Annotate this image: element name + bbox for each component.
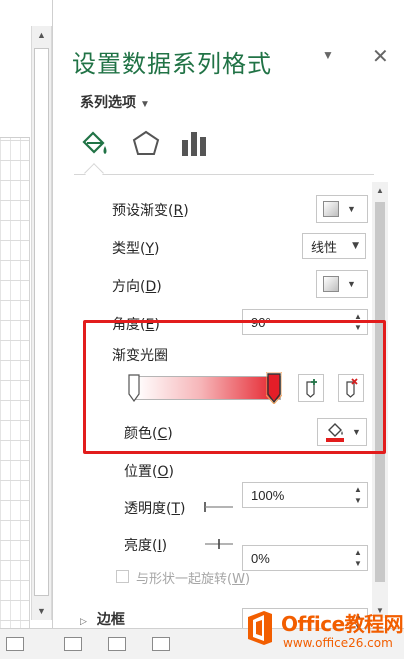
- spin-down-icon[interactable]: ▼: [353, 496, 363, 505]
- watermark-brand: Office教程网: [281, 612, 404, 636]
- add-gradient-stop-button[interactable]: [298, 374, 324, 402]
- spin-down-icon[interactable]: ▼: [353, 559, 363, 568]
- chevron-down-icon: ▼: [352, 427, 361, 437]
- scroll-up-icon[interactable]: ▲: [372, 182, 388, 198]
- rotate-with-shape-label: 与形状一起旋转(W): [136, 572, 251, 587]
- rotate-with-shape-checkbox[interactable]: [116, 570, 129, 583]
- sheet-nav-icon[interactable]: [6, 637, 24, 651]
- preset-gradient-button[interactable]: ▼: [316, 195, 368, 223]
- type-select[interactable]: 线性 ▼: [302, 233, 366, 259]
- series-options-label: 系列选项: [80, 94, 136, 110]
- effects-pentagon-icon[interactable]: [130, 128, 162, 160]
- chevron-down-icon: ▼: [352, 241, 359, 251]
- transparency-label: 透明度(T): [124, 501, 186, 517]
- direction-label: 方向(D): [112, 279, 162, 295]
- scroll-up-icon[interactable]: ▲: [32, 26, 51, 44]
- position-value: 100%: [251, 487, 285, 503]
- brightness-label: 亮度(I): [124, 538, 168, 554]
- spin-up-icon[interactable]: ▲: [353, 485, 363, 494]
- fill-line-icon[interactable]: [78, 128, 110, 160]
- position-spinner[interactable]: 100% ▲ ▼: [242, 482, 368, 508]
- spin-up-icon[interactable]: ▲: [353, 548, 363, 557]
- worksheet-header-area: [0, 0, 30, 138]
- normal-view-icon[interactable]: [64, 637, 82, 651]
- gradient-stops-bar[interactable]: [135, 376, 281, 400]
- transparency-spinner[interactable]: 0% ▲ ▼: [242, 545, 368, 571]
- chevron-down-icon: ▼: [347, 204, 356, 214]
- paint-bucket-icon: [326, 423, 344, 442]
- direction-button[interactable]: ▼: [316, 270, 368, 298]
- brightness-slider[interactable]: [203, 536, 235, 557]
- worksheet-vertical-scrollbar[interactable]: ▲ ▼: [31, 26, 52, 620]
- office26-watermark: Office教程网 www.office26.com: [245, 606, 404, 656]
- chevron-down-icon: ▼: [140, 99, 150, 110]
- gradient-swatch-icon: [323, 201, 339, 217]
- remove-stop-icon: [346, 378, 358, 398]
- pane-title: 设置数据系列格式: [72, 50, 272, 78]
- worksheet-grid[interactable]: [0, 0, 30, 628]
- watermark-url: www.office26.com: [283, 636, 393, 650]
- scroll-down-icon[interactable]: ▼: [32, 602, 51, 620]
- series-options-bar-icon[interactable]: [178, 128, 210, 160]
- office-logo-icon: [248, 611, 272, 645]
- transparency-value: 0%: [251, 550, 270, 566]
- gradient-stops-label: 渐变光圈: [112, 348, 168, 364]
- scrollbar-thumb[interactable]: [34, 48, 49, 596]
- tab-divider: [74, 174, 374, 175]
- remove-gradient-stop-button[interactable]: [338, 374, 364, 402]
- preset-gradient-label: 预设渐变(R): [112, 203, 189, 219]
- series-options-dropdown[interactable]: 系列选项 ▼: [80, 92, 150, 112]
- pane-options-chevron-down-icon[interactable]: ▼: [322, 48, 334, 62]
- direction-swatch-icon: [323, 276, 339, 292]
- border-section-label: 边框: [96, 612, 125, 628]
- transparency-slider[interactable]: [203, 499, 235, 520]
- color-picker-button[interactable]: ▼: [317, 418, 367, 446]
- type-value: 线性: [311, 240, 338, 256]
- position-label: 位置(O): [124, 464, 174, 480]
- close-icon[interactable]: ✕: [372, 44, 389, 69]
- add-stop-icon: [306, 379, 317, 398]
- color-label: 颜色(C): [124, 426, 173, 442]
- expand-triangle-icon: ▷: [80, 617, 87, 627]
- border-section-toggle[interactable]: ▷ 边框: [80, 609, 125, 629]
- gradient-stop-handle[interactable]: [128, 374, 140, 403]
- gradient-stop-handle-selected[interactable]: [265, 371, 283, 405]
- type-label: 类型(Y): [112, 241, 160, 257]
- page-layout-icon[interactable]: [108, 637, 126, 651]
- chevron-down-icon: ▼: [347, 279, 356, 289]
- page-break-icon[interactable]: [152, 637, 170, 651]
